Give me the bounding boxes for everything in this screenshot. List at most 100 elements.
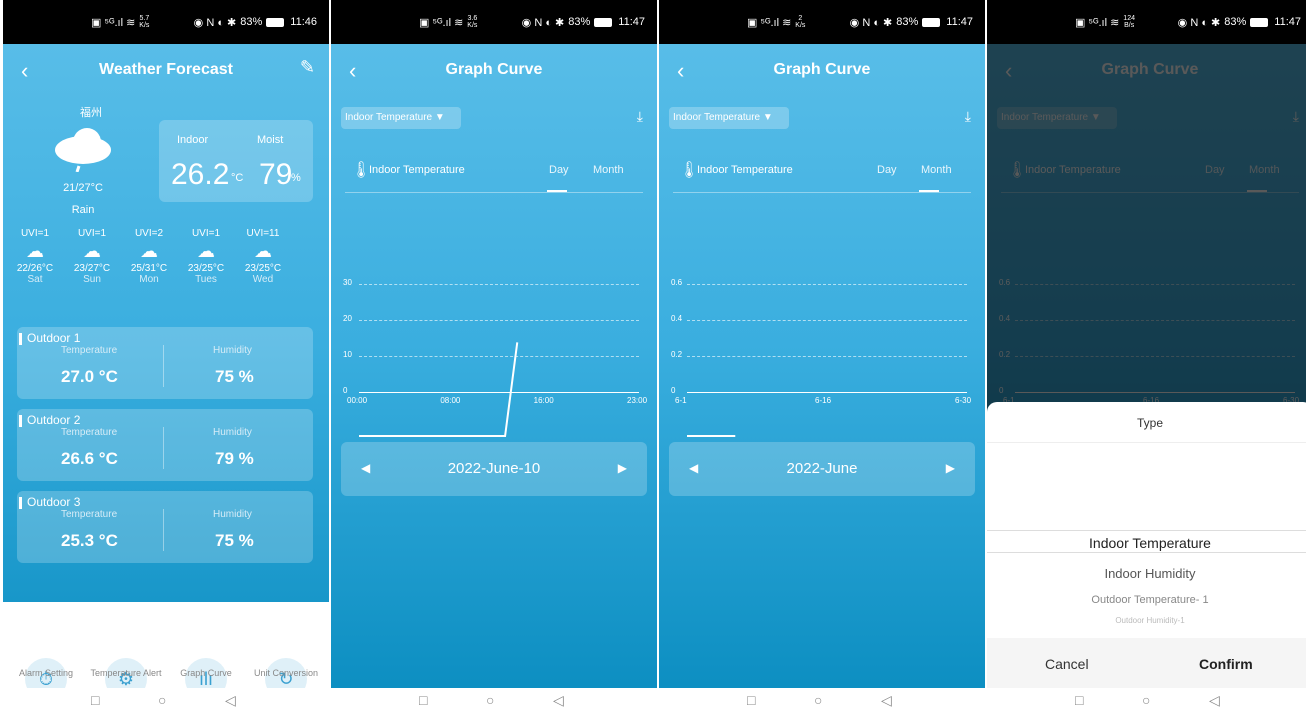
back-nav-icon[interactable]: ◁ — [553, 692, 564, 709]
divider — [163, 427, 164, 469]
nav-bar: □ ○ ◁ — [987, 688, 1306, 711]
screen: ‹ Graph Curve Indoor Temperature ▼ ⤓ 🌡 I… — [331, 44, 657, 688]
moist-label: Moist — [257, 134, 284, 146]
outdoor-name: Outdoor 3 — [27, 495, 81, 509]
next-icon[interactable]: ▶ — [618, 461, 627, 475]
outdoor-card[interactable]: Outdoor 1 Temperature Humidity 27.0 °C 7… — [17, 327, 313, 399]
home-icon[interactable]: ○ — [814, 692, 822, 708]
back-nav-icon[interactable]: ◁ — [881, 692, 892, 709]
phone-graph-day: ▣ ⁵ᴳ.ıl ≋ 3.6 K/s ◉ N ◐ ✱ 83% 11:47 ‹ Graph … — [331, 0, 657, 711]
recent-apps-icon[interactable]: □ — [419, 692, 427, 708]
outdoor-temp: 27.0 °C — [61, 367, 118, 386]
moist-value: 79 — [259, 158, 293, 191]
forecast-day: UVI=1 ☁ 23/27°C Sun — [64, 228, 120, 285]
battery-icon — [594, 17, 613, 27]
date-picker: ◀ 2022-June-10 ▶ — [341, 442, 647, 496]
accent-bar — [19, 333, 22, 345]
edit-icon[interactable]: ✎ — [300, 57, 315, 78]
recent-apps-icon[interactable]: □ — [747, 692, 755, 708]
phone-type-picker: ▣ ⁵ᴳ.ıl ≋124B/s ◉ N ◐ ✱83%11:47 ‹ Graph … — [987, 0, 1306, 711]
temp-label: Temperature — [61, 427, 118, 438]
x-tick-label: 16:00 — [533, 396, 554, 405]
screen: ‹ Weather Forecast ✎ 福州 21/27°C Rain Ind… — [3, 44, 329, 700]
day-name: Tues — [195, 274, 217, 285]
home-icon[interactable]: ○ — [486, 692, 494, 708]
status-bar: ▣ ⁵ᴳ.ıl ≋ 5.7 K/s ◉ N ◐ ✱ 83% 11:46 — [3, 0, 329, 44]
day-name: Sat — [27, 274, 43, 285]
nav-bar: □ ○ ◁ — [3, 688, 329, 711]
footer-label: Unit Conversion — [253, 668, 319, 678]
battery-icon — [1250, 17, 1269, 27]
temp-range: 21/27°C — [63, 182, 103, 194]
status-bar: ▣ ⁵ᴳ.ıl ≋ 2 K/s ◉ N ◐ ✱ 83% 11:47 — [659, 0, 985, 44]
battery-icon — [266, 17, 285, 27]
uvi-label: UVI=1 — [77, 228, 107, 239]
indoor-temp: 26.2 — [171, 158, 230, 191]
indoor-label: Indoor — [177, 134, 209, 146]
outdoor-card[interactable]: Outdoor 2 Temperature Humidity 26.6 °C 7… — [17, 409, 313, 481]
back-nav-icon[interactable]: ◁ — [1209, 692, 1220, 709]
uvi-label: UVI=11 — [246, 228, 280, 239]
option-item[interactable]: Indoor Temperature — [987, 535, 1306, 551]
uvi-label: UVI=1 — [20, 228, 50, 239]
outdoor-card[interactable]: Outdoor 3 Temperature Humidity 25.3 °C 7… — [17, 491, 313, 563]
home-icon[interactable]: ○ — [1142, 692, 1150, 708]
indoor-card: Indoor Moist 26.2 °C 79 % — [159, 120, 313, 202]
chart-plot — [359, 342, 519, 437]
page-title: Weather Forecast — [99, 61, 233, 78]
accent-bar — [19, 497, 22, 509]
type-bottom-sheet: Type Indoor Temperature Indoor Humidity … — [987, 402, 1306, 688]
phone-graph-month: ▣ ⁵ᴳ.ıl ≋ 2 K/s ◉ N ◐ ✱ 83% 11:47 ‹ Graph Cu… — [659, 0, 985, 711]
date-label: 2022-June-10 — [447, 460, 541, 477]
forecast-day: UVI=1 ☁ 23/25°C Tues — [178, 228, 234, 285]
footer-label: Alarm Setting — [18, 668, 74, 678]
option-item[interactable]: Outdoor Temperature- 1 — [987, 594, 1306, 606]
recent-apps-icon[interactable]: □ — [1075, 692, 1083, 708]
divider — [987, 552, 1306, 553]
accent-bar — [19, 415, 22, 427]
day-name: Wed — [252, 274, 274, 285]
option-item[interactable]: Outdoor Humidity-1 — [987, 616, 1306, 625]
day-temp: 22/26°C — [16, 263, 54, 274]
status-bar: ▣ ⁵ᴳ.ıl ≋ 3.6 K/s ◉ N ◐ ✱ 83% 11:47 — [331, 0, 657, 44]
outdoor-humidity: 79 % — [215, 449, 254, 468]
day-temp: 25/31°C — [130, 263, 168, 274]
footer-label: Graph Curve — [180, 668, 232, 678]
cloud-icon: ☁ — [197, 241, 215, 261]
divider — [987, 530, 1306, 531]
day-name: Mon — [139, 274, 159, 285]
x-tick-label: 23:00 — [627, 396, 648, 405]
confirm-button[interactable]: Confirm — [1199, 656, 1253, 672]
next-icon[interactable]: ▶ — [946, 461, 955, 475]
data-line — [359, 342, 519, 437]
x-tick-label: 6-30 — [955, 396, 972, 405]
temp-label: Temperature — [61, 345, 118, 356]
forecast-day: UVI=11 ☁ 23/25°C Wed — [235, 228, 291, 285]
battery-icon — [922, 17, 941, 27]
day-temp: 23/25°C — [187, 263, 225, 274]
hum-label: Humidity — [213, 509, 252, 520]
temp-label: Temperature — [61, 509, 118, 520]
option-item[interactable]: Indoor Humidity — [987, 566, 1306, 581]
cloud-rain-icon — [55, 128, 111, 172]
sheet-actions: Cancel Confirm — [987, 638, 1306, 688]
x-tick-label: 6-1 — [675, 396, 687, 405]
home-icon[interactable]: ○ — [158, 692, 166, 708]
outdoor-name: Outdoor 2 — [27, 413, 81, 427]
outdoor-temp: 25.3 °C — [61, 531, 118, 550]
hum-label: Humidity — [213, 427, 252, 438]
screen: ‹ Graph Curve Indoor Temperature ▼ ⤓ 🌡 I… — [659, 44, 985, 688]
x-tick-label: 00:00 — [347, 396, 368, 405]
chart-plot — [687, 435, 736, 437]
back-nav-icon[interactable]: ◁ — [225, 692, 236, 709]
cloud-icon: ☁ — [140, 241, 158, 261]
cancel-button[interactable]: Cancel — [1045, 656, 1089, 672]
recent-apps-icon[interactable]: □ — [91, 692, 99, 708]
outdoor-humidity: 75 % — [215, 531, 254, 550]
status-bar: ▣ ⁵ᴳ.ıl ≋ 124 B/s ◉ N ◐ ✱ 83% 11:47 — [987, 0, 1306, 44]
uvi-label: UVI=1 — [191, 228, 221, 239]
cloud-icon: ☁ — [26, 241, 44, 261]
outdoor-humidity: 75 % — [215, 367, 254, 386]
date-picker: ◀ 2022-June ▶ — [669, 442, 975, 496]
divider — [163, 509, 164, 551]
